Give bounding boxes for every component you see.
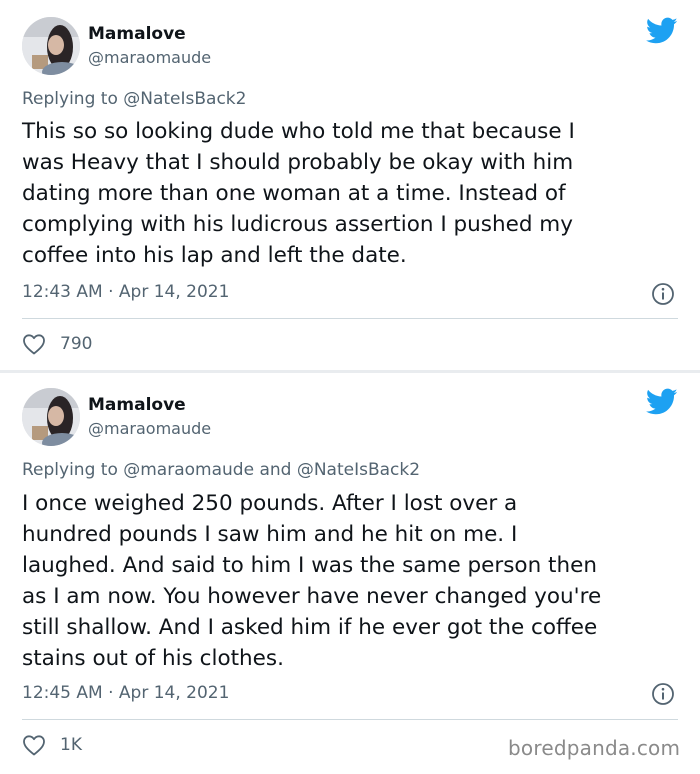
tweet-timestamp[interactable]: 12:43 AM · Apr 14, 2021 xyxy=(22,282,229,302)
user-handle[interactable]: @maraomaude xyxy=(88,419,211,438)
avatar[interactable] xyxy=(22,17,80,75)
divider xyxy=(22,318,678,319)
tweet-text-line: still shallow. And I asked him if he eve… xyxy=(22,615,598,640)
mention-link[interactable]: @maraomaude xyxy=(123,460,254,480)
replying-to: Replying to @NateIsBack2 xyxy=(22,89,246,109)
tweet-timestamp[interactable]: 12:45 AM · Apr 14, 2021 xyxy=(22,683,229,703)
display-name[interactable]: Mamalove xyxy=(88,395,186,415)
tweet-text-line: dating more than one woman at a time. In… xyxy=(22,181,566,206)
tweet-card[interactable]: Mamalove @maraomaude Replying to @NateIs… xyxy=(0,0,700,370)
like-count: 790 xyxy=(60,334,93,354)
tweet-text-line: I once weighed 250 pounds. After I lost … xyxy=(22,491,518,516)
watermark: boredpanda.com xyxy=(508,736,681,760)
replying-to: Replying to @maraomaude and @NateIsBack2 xyxy=(22,460,420,480)
twitter-bird-icon[interactable] xyxy=(645,17,678,45)
tweet-text-line: laughed. And said to him I was the same … xyxy=(22,553,597,578)
tweet-text: This so so looking dude who told me that… xyxy=(22,116,682,271)
heart-icon[interactable] xyxy=(22,734,46,756)
info-icon[interactable] xyxy=(651,682,675,706)
divider xyxy=(22,719,678,720)
replying-joiner: and xyxy=(259,460,292,480)
twitter-bird-icon[interactable] xyxy=(645,388,678,416)
mention-link[interactable]: @NateIsBack2 xyxy=(297,460,420,480)
tweet-text-line: stains out of his clothes. xyxy=(22,646,284,671)
mention-link[interactable]: @NateIsBack2 xyxy=(123,89,246,109)
tweet-text-line: was Heavy that I should probably be okay… xyxy=(22,150,574,175)
replying-prefix: Replying to xyxy=(22,89,118,109)
like-count: 1K xyxy=(60,735,82,755)
avatar[interactable] xyxy=(22,388,80,446)
tweet-text-line: as I am now. You however have never chan… xyxy=(22,584,602,609)
tweet-text-line: complying with his ludicrous assertion I… xyxy=(22,212,573,237)
display-name[interactable]: Mamalove xyxy=(88,24,186,44)
tweet-text: I once weighed 250 pounds. After I lost … xyxy=(22,488,682,674)
heart-icon[interactable] xyxy=(22,333,46,355)
tweet-text-line: coffee into his lap and left the date. xyxy=(22,243,407,268)
tweet-card[interactable]: Mamalove @maraomaude Replying to @maraom… xyxy=(0,373,700,774)
replying-prefix: Replying to xyxy=(22,460,118,480)
tweet-text-line: This so so looking dude who told me that… xyxy=(22,119,575,144)
user-handle[interactable]: @maraomaude xyxy=(88,48,211,67)
info-icon[interactable] xyxy=(651,282,675,306)
tweet-text-line: hundred pounds I saw him and he hit on m… xyxy=(22,522,518,547)
